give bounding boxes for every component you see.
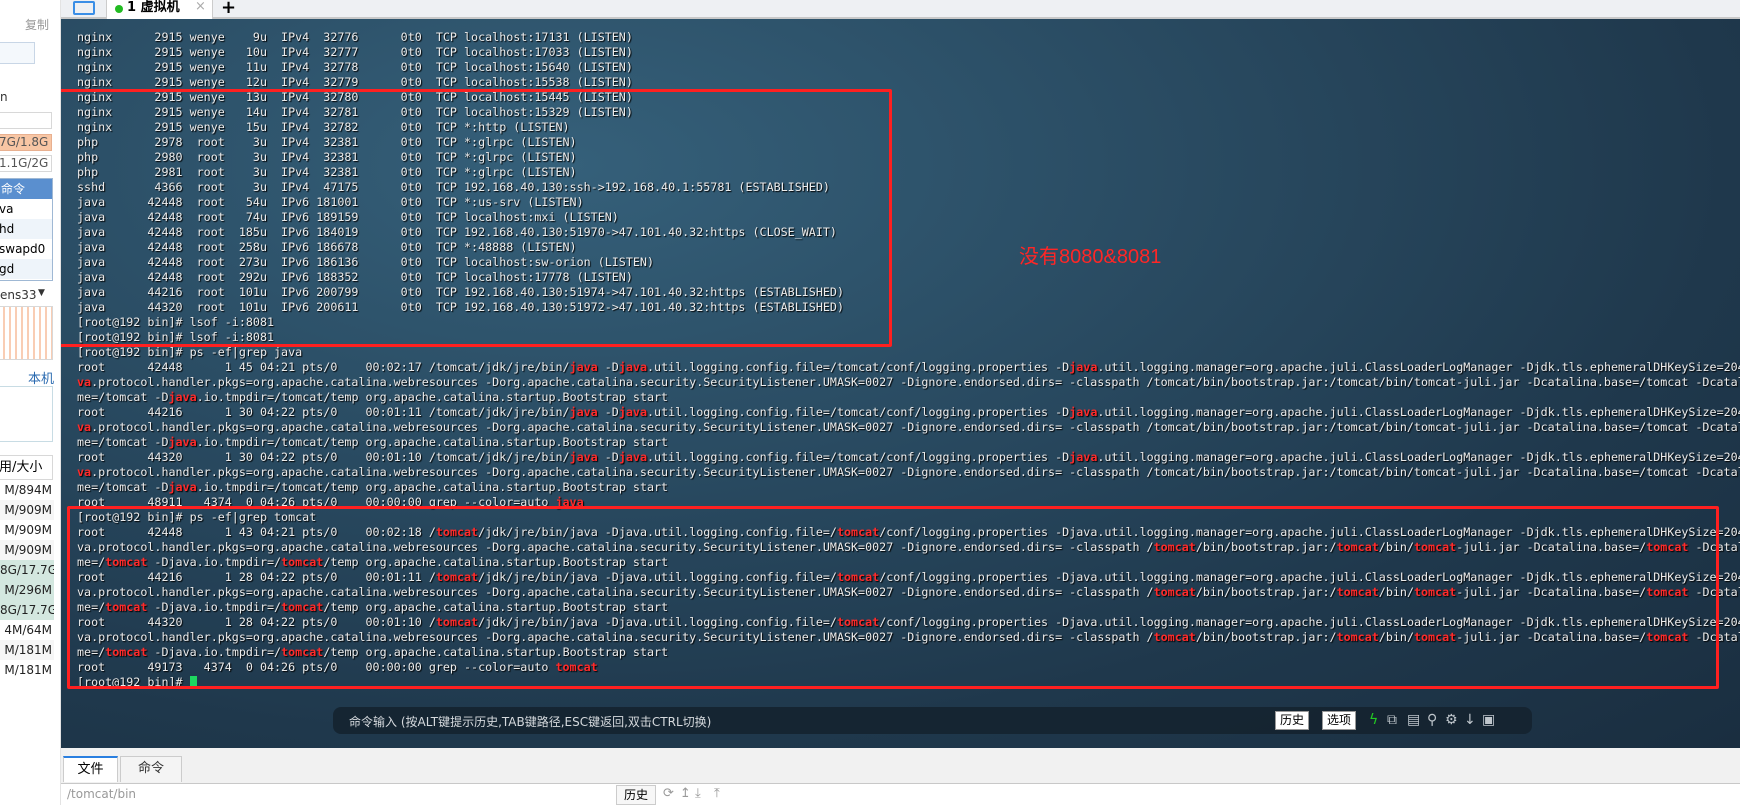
terminal-line: nginx 2915 wenye 10u IPv4 32777 0t0 TCP … <box>77 45 633 59</box>
terminal-line: nginx 2915 wenye 9u IPv4 32776 0t0 TCP l… <box>77 30 633 44</box>
tab-session[interactable]: 1 虚拟机 × <box>106 0 213 19</box>
process-item[interactable]: hd <box>0 219 52 239</box>
search-icon[interactable]: ⚲ <box>1427 711 1437 730</box>
terminal-line: me=/tomcat -Djava.io.tmpdir=/tomcat/temp… <box>77 480 669 494</box>
options-button[interactable]: 选项 <box>1322 711 1357 730</box>
annotation-box-lsof <box>61 89 892 347</box>
tab-commands[interactable]: 命令 <box>120 756 182 782</box>
annotation-text: 没有8080&8081 <box>1019 246 1162 268</box>
process-item[interactable]: va <box>0 199 52 219</box>
terminal-line: root 44320 1 30 04:22 pts/0 00:01:10 /to… <box>77 450 1740 464</box>
up-icon[interactable]: ↥ <box>680 786 691 801</box>
gear-icon[interactable]: ⚙ <box>1445 711 1458 730</box>
highlight-match: java <box>168 480 197 494</box>
disk-row: M/909M <box>0 540 54 560</box>
terminal-line: me=/tomcat -Djava.io.tmpdir=/tomcat/temp… <box>77 435 669 449</box>
copy-button[interactable]: 复制 <box>25 16 49 33</box>
local-label[interactable]: 本机 <box>28 368 54 387</box>
highlight-match: java <box>1069 405 1098 419</box>
close-icon[interactable]: × <box>195 0 206 14</box>
highlight-match: va <box>77 420 92 434</box>
process-list: 命令 va hd swapd0 gd <box>0 178 53 281</box>
download-icon[interactable]: ⤓ <box>695 786 701 801</box>
path-bar: /tomcat/bin 历史 ⟳ ↥ ⤓ ⤒ <box>61 783 1740 805</box>
highlight-match: va <box>77 375 92 389</box>
session-tab-bar: 1 虚拟机 × + <box>61 0 1740 19</box>
disk-row: 8G/17.7G <box>0 600 54 620</box>
status-dot-icon <box>115 5 123 13</box>
highlight-match: java <box>1069 360 1098 374</box>
memory-usage: 7G/1.8G <box>0 134 52 151</box>
folder-icon[interactable] <box>73 1 95 15</box>
window-icon[interactable]: ▣ <box>1482 711 1495 730</box>
path-history-button[interactable]: 历史 <box>616 785 656 805</box>
disk-row: M/909M <box>0 500 54 520</box>
copy-icon[interactable]: ⧉ <box>1387 711 1397 730</box>
add-tab-button[interactable]: + <box>221 0 236 18</box>
arrow-down-icon[interactable]: ↓ <box>1464 711 1476 730</box>
disk-row: 4M/64M <box>4 623 52 637</box>
terminal-line: me=/tomcat -Djava.io.tmpdir=/tomcat/temp… <box>77 390 669 404</box>
history-button[interactable]: 历史 <box>1275 711 1310 730</box>
sidebar-label: n <box>0 90 8 104</box>
file-panel: 文件 命令 /tomcat/bin 历史 ⟳ ↥ ⤓ ⤒ <box>61 748 1740 805</box>
info-panel <box>0 386 53 442</box>
sidebar-field <box>0 112 52 129</box>
highlight-match: java <box>618 450 647 464</box>
terminal-line: nginx 2915 wenye 11u IPv4 32778 0t0 TCP … <box>77 60 633 74</box>
network-chart <box>0 306 53 360</box>
disk-row: M/181M <box>4 663 52 677</box>
disk-row: M/181M <box>0 640 54 660</box>
terminal-line: va.protocol.handler.pkgs=org.apache.cata… <box>77 420 1740 434</box>
disk-row: M/909M <box>4 523 52 537</box>
terminal-line: [root@192 bin]# ps -ef|grep java <box>77 345 303 359</box>
highlight-match: va <box>77 465 92 479</box>
disk-row: M/894M <box>4 483 52 497</box>
process-item[interactable]: gd <box>0 259 52 279</box>
annotation-box-tomcat <box>67 506 1719 689</box>
paste-icon[interactable]: ▤ <box>1407 711 1420 730</box>
terminal[interactable]: nginx 2915 wenye 9u IPv4 32776 0t0 TCP l… <box>61 19 1740 748</box>
highlight-match: java <box>1069 450 1098 464</box>
swap-usage: 1.1G/2G <box>0 155 52 172</box>
lightning-icon[interactable]: ϟ <box>1369 711 1378 730</box>
terminal-line: root 42448 1 45 04:21 pts/0 00:02:17 /to… <box>77 360 1740 374</box>
highlight-match: java <box>569 450 598 464</box>
upload-icon[interactable]: ⤒ <box>714 786 720 801</box>
sidebar-input[interactable] <box>0 42 35 64</box>
process-item[interactable]: swapd0 <box>0 239 52 259</box>
highlight-match: java <box>168 435 197 449</box>
command-input-bar[interactable]: 命令输入 (按ALT键提示历史,TAB键路径,ESC键返回,双击CTRL切换) … <box>333 707 1532 734</box>
highlight-match: java <box>569 405 598 419</box>
highlight-match: java <box>168 390 197 404</box>
tab-label: 1 虚拟机 <box>127 0 180 15</box>
terminal-line: va.protocol.handler.pkgs=org.apache.cata… <box>77 465 1740 479</box>
terminal-line: nginx 2915 wenye 12u IPv4 32779 0t0 TCP … <box>77 75 633 89</box>
highlight-match: java <box>618 405 647 419</box>
highlight-match: java <box>569 360 598 374</box>
disk-row: M/296M <box>0 580 54 600</box>
path-input[interactable]: /tomcat/bin <box>67 787 136 801</box>
chevron-down-icon[interactable]: ▼ <box>38 288 45 298</box>
tab-files[interactable]: 文件 <box>63 756 118 782</box>
disk-row: 8G/17.7G <box>0 560 54 580</box>
network-interface-select[interactable]: ens33 <box>0 288 37 302</box>
terminal-line: root 44216 1 30 04:22 pts/0 00:01:11 /to… <box>77 405 1740 419</box>
highlight-match: java <box>618 360 647 374</box>
command-input[interactable]: 命令输入 (按ALT键提示历史,TAB键路径,ESC键返回,双击CTRL切换) <box>349 713 711 730</box>
sidebar: 复制 n 7G/1.8G 1.1G/2G 命令 va hd swapd0 gd … <box>0 0 61 805</box>
disk-table-header: 用/大小 <box>0 455 53 480</box>
terminal-line: va.protocol.handler.pkgs=org.apache.cata… <box>77 375 1740 389</box>
refresh-icon[interactable]: ⟳ <box>663 786 674 801</box>
process-list-header: 命令 <box>0 179 52 199</box>
